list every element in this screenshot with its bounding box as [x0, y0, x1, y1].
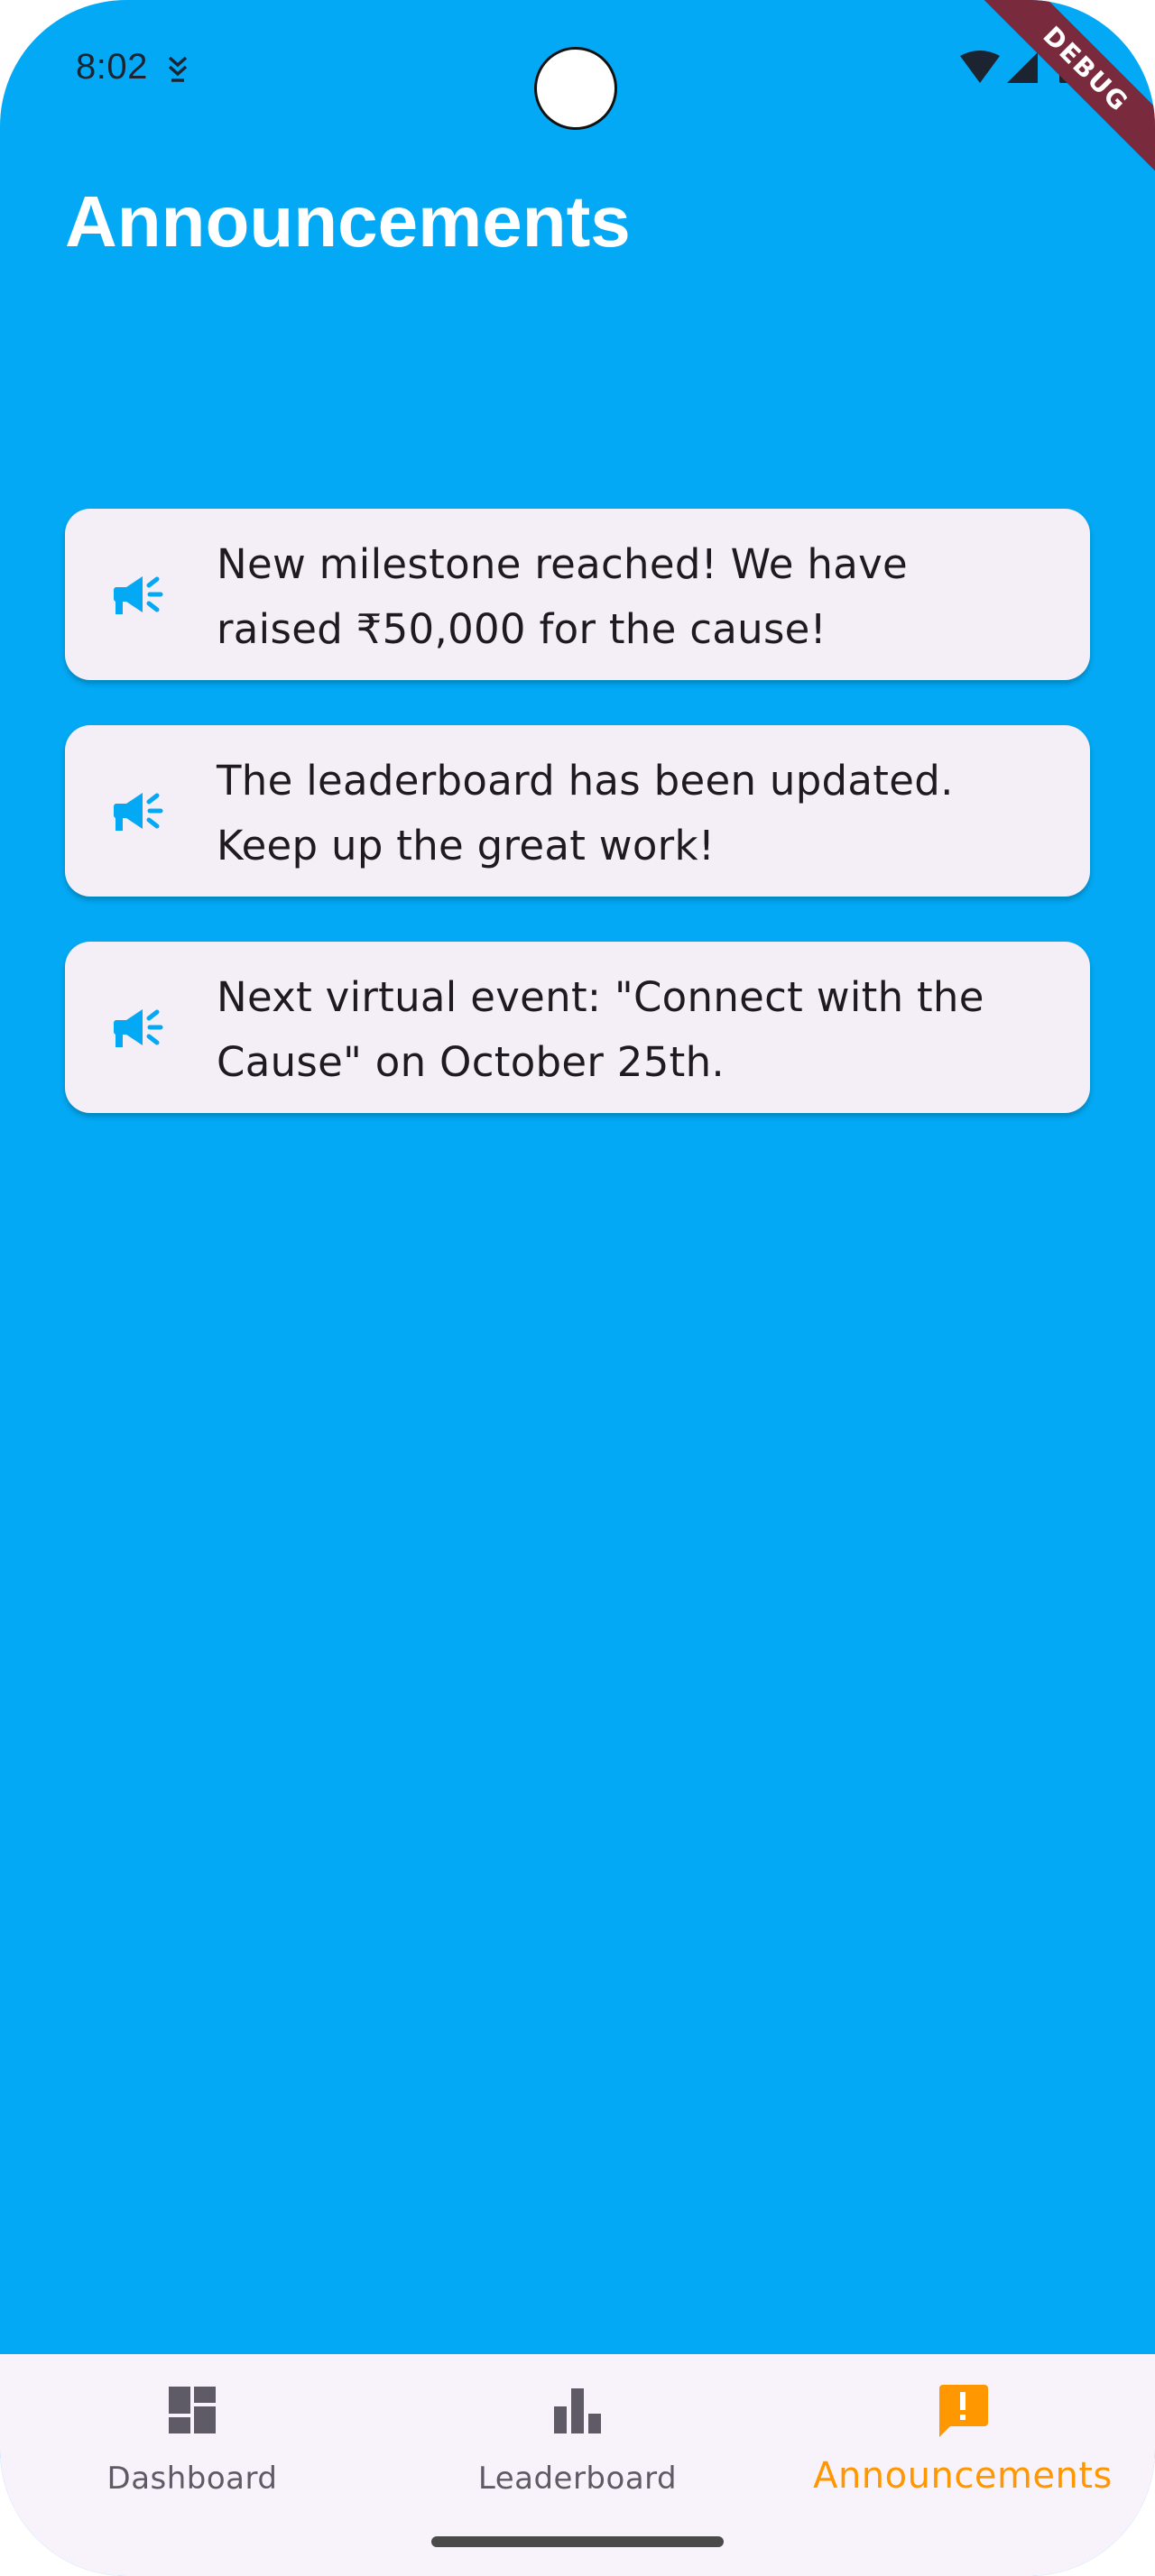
wifi-icon [960, 51, 1000, 83]
app-screen: 8:02 DEBUG Announcements New milestone r… [0, 0, 1155, 2576]
announcement-card[interactable]: New milestone reached! We have raised ₹5… [65, 509, 1090, 680]
nav-item-announcements[interactable]: Announcements [771, 2354, 1155, 2535]
debug-banner: DEBUG [964, 0, 1155, 191]
announcement-text: Next virtual event: "Connect with the Ca… [217, 973, 984, 1086]
campaign-icon [114, 576, 163, 614]
announcement-list: New milestone reached! We have raised ₹5… [65, 509, 1090, 1158]
nav-item-leaderboard[interactable]: Leaderboard [385, 2354, 770, 2535]
dashboard-icon [169, 2387, 216, 2433]
nav-label-announcements: Announcements [813, 2455, 1113, 2497]
status-bar: 8:02 DEBUG [0, 0, 1155, 191]
bar-chart-icon [554, 2388, 601, 2433]
announcement-icon [939, 2385, 988, 2437]
announcement-card[interactable]: Next virtual event: "Connect with the Ca… [65, 942, 1090, 1113]
campaign-icon [114, 793, 163, 831]
download-notification-icon [168, 56, 188, 82]
page-title: Announcements [65, 181, 631, 262]
campaign-icon [114, 1009, 163, 1047]
announcement-text: The leaderboard has been updated. Keep u… [217, 757, 954, 869]
home-indicator[interactable] [431, 2536, 724, 2547]
nav-label-leaderboard: Leaderboard [477, 2461, 678, 2497]
nav-label-dashboard: Dashboard [106, 2461, 278, 2497]
announcement-text: New milestone reached! We have raised ₹5… [217, 540, 909, 653]
status-time: 8:02 [76, 47, 148, 87]
signal-icon [1007, 52, 1038, 83]
camera-cutout [534, 47, 617, 130]
nav-item-dashboard[interactable]: Dashboard [0, 2354, 384, 2535]
announcement-card[interactable]: The leaderboard has been updated. Keep u… [65, 725, 1090, 897]
